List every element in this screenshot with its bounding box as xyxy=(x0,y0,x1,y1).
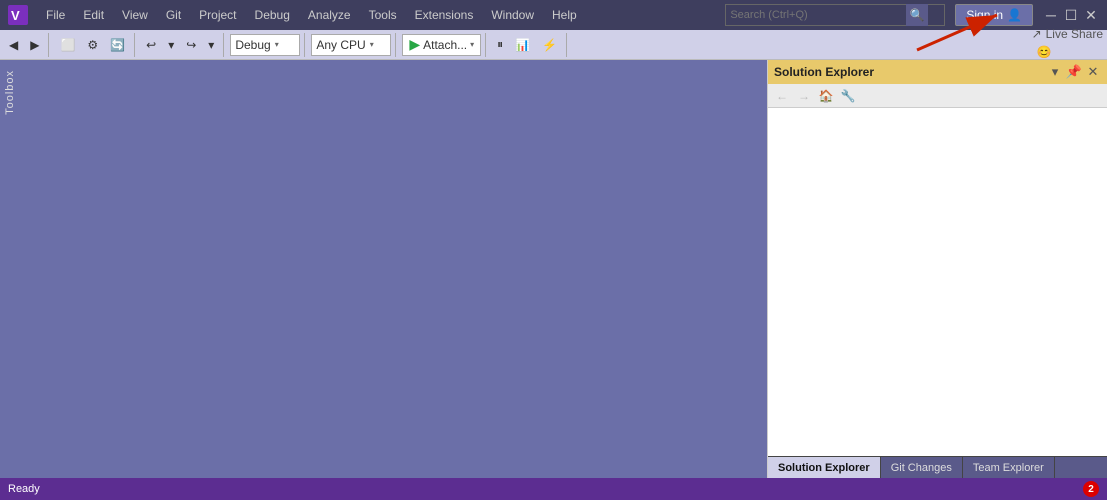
se-forward-button[interactable]: → xyxy=(794,86,814,106)
solution-explorer-toolbar: ← → 🏠 🔧 xyxy=(768,84,1107,108)
tab-solution-explorer[interactable]: Solution Explorer xyxy=(768,457,881,478)
redo-dropdown[interactable]: ▾ xyxy=(203,34,219,56)
undo-redo-group: ↩ ▾ ↪ ▾ xyxy=(141,33,224,57)
toolbox-panel[interactable]: Toolbox xyxy=(0,60,20,478)
nav-toolbar-group: ◀ ▶ xyxy=(4,33,49,57)
toolbox-label: Toolbox xyxy=(4,70,16,115)
menu-git[interactable]: Git xyxy=(158,6,189,24)
solution-build-button[interactable]: ⚙ xyxy=(82,34,103,56)
extra-toolbar-group: ⏸ 📊 ⚡ xyxy=(492,33,567,57)
attach-dropdown-arrow: ▾ xyxy=(470,40,474,49)
cpu-dropdown-group: Any CPU ▾ xyxy=(311,33,396,57)
vs-logo: V xyxy=(8,5,28,25)
minimize-button[interactable]: ─ xyxy=(1043,7,1059,23)
live-share-area: ↗ Live Share 😊 xyxy=(1032,27,1103,63)
cpu-label: Any CPU xyxy=(316,38,365,52)
solution-explorer-content xyxy=(768,108,1107,456)
solution-rebuild-button[interactable]: 🔄 xyxy=(105,34,130,56)
play-icon: ▶ xyxy=(409,36,420,53)
cpu-dropdown[interactable]: Any CPU ▾ xyxy=(311,34,391,56)
diagnostic-button[interactable]: 📊 xyxy=(510,34,535,56)
search-input[interactable] xyxy=(726,7,906,23)
sign-in-label: Sign in xyxy=(966,8,1003,22)
menu-extensions[interactable]: Extensions xyxy=(407,6,482,24)
se-home-button[interactable]: 🏠 xyxy=(816,86,836,106)
toolbar: ◀ ▶ ⬜ ⚙ 🔄 ↩ ▾ ↪ ▾ Debug ▾ Any CPU ▾ ▶ At… xyxy=(0,30,1107,60)
undo-dropdown[interactable]: ▾ xyxy=(163,34,179,56)
sign-in-area: Sign in 👤 xyxy=(955,4,1033,26)
solution-explorer-panel: Solution Explorer ▾ 📌 ✕ ← → 🏠 🔧 Solution… xyxy=(767,60,1107,478)
menu-edit[interactable]: Edit xyxy=(75,6,112,24)
window-controls: ─ ☐ ✕ xyxy=(1043,7,1099,23)
status-bar: Ready 2 xyxy=(0,478,1107,500)
toolbar-extra-btn[interactable]: ⚡ xyxy=(537,34,562,56)
build-toolbar-group: ⬜ ⚙ 🔄 xyxy=(55,33,135,57)
live-share-label: Live Share xyxy=(1046,27,1103,41)
attach-button[interactable]: ▶ Attach... ▾ xyxy=(402,34,481,56)
cpu-dropdown-arrow: ▾ xyxy=(370,40,374,49)
se-dropdown-button[interactable]: ▾ xyxy=(1047,64,1063,80)
menu-window[interactable]: Window xyxy=(483,6,542,24)
editor-area[interactable] xyxy=(20,60,767,478)
back-button[interactable]: ◀ xyxy=(4,34,23,56)
menu-project[interactable]: Project xyxy=(191,6,244,24)
se-pin-button[interactable]: 📌 xyxy=(1066,64,1082,80)
tab-git-changes[interactable]: Git Changes xyxy=(881,457,963,478)
search-box: 🔍 xyxy=(725,4,945,26)
undo-button[interactable]: ↩ xyxy=(141,34,161,56)
breakpoints-button[interactable]: ⏸ xyxy=(492,34,508,56)
menu-help[interactable]: Help xyxy=(544,6,585,24)
svg-text:V: V xyxy=(11,8,20,23)
solution-explorer-titlebar: Solution Explorer ▾ 📌 ✕ xyxy=(768,60,1107,84)
menu-analyze[interactable]: Analyze xyxy=(300,6,359,24)
menu-debug[interactable]: Debug xyxy=(247,6,298,24)
menu-view[interactable]: View xyxy=(114,6,156,24)
se-close-button[interactable]: ✕ xyxy=(1085,64,1101,80)
solution-config-button[interactable]: ⬜ xyxy=(55,34,80,56)
live-share-button[interactable]: ↗ Live Share xyxy=(1032,27,1103,41)
close-button[interactable]: ✕ xyxy=(1083,7,1099,23)
live-share-icon: ↗ xyxy=(1032,27,1042,41)
debug-config-group: Debug ▾ xyxy=(230,33,305,57)
attach-label: Attach... xyxy=(423,38,467,52)
debug-config-label: Debug xyxy=(235,38,270,52)
menu-file[interactable]: File xyxy=(38,6,73,24)
person-icon: 👤 xyxy=(1007,8,1022,22)
maximize-button[interactable]: ☐ xyxy=(1063,7,1079,23)
se-window-controls: ▾ 📌 ✕ xyxy=(1047,64,1101,80)
debug-dropdown-arrow: ▾ xyxy=(275,40,279,49)
solution-explorer-title: Solution Explorer xyxy=(774,65,874,79)
redo-button[interactable]: ↪ xyxy=(181,34,201,56)
forward-button[interactable]: ▶ xyxy=(25,34,44,56)
notification-badge[interactable]: 2 xyxy=(1083,481,1099,497)
tab-team-explorer[interactable]: Team Explorer xyxy=(963,457,1055,478)
search-icon-button[interactable]: 🔍 xyxy=(906,4,928,26)
menu-bar: File Edit View Git Project Debug Analyze… xyxy=(38,6,715,24)
se-wrench-button[interactable]: 🔧 xyxy=(838,86,858,106)
solution-explorer-tabs: Solution Explorer Git Changes Team Explo… xyxy=(768,456,1107,478)
se-back-button[interactable]: ← xyxy=(772,86,792,106)
title-bar: V File Edit View Git Project Debug Analy… xyxy=(0,0,1107,30)
debug-config-dropdown[interactable]: Debug ▾ xyxy=(230,34,300,56)
status-text: Ready xyxy=(8,483,40,495)
sign-in-button[interactable]: Sign in 👤 xyxy=(955,4,1033,26)
menu-tools[interactable]: Tools xyxy=(361,6,405,24)
main-area: Toolbox Solution Explorer ▾ 📌 ✕ ← → 🏠 🔧 … xyxy=(0,60,1107,478)
attach-group: ▶ Attach... ▾ xyxy=(402,33,486,57)
